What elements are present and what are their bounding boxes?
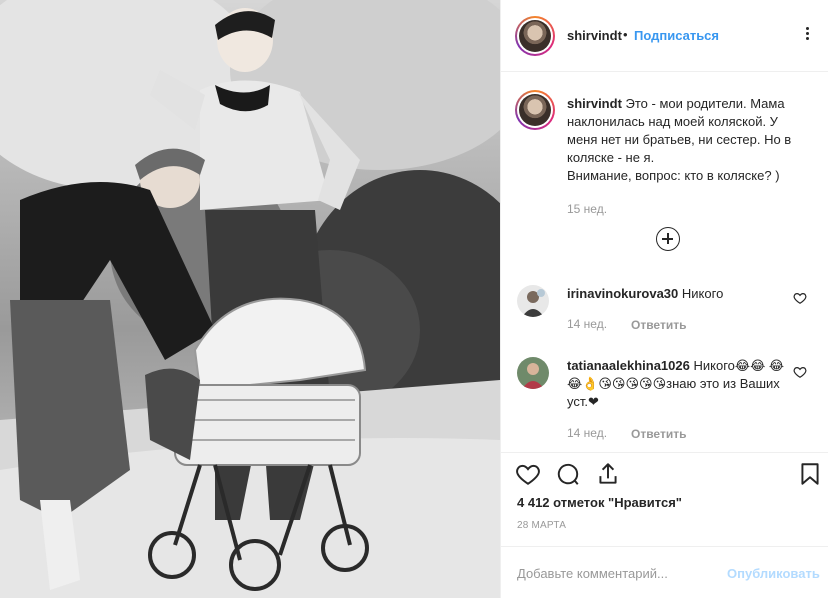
caption-timestamp[interactable]: 15 нед. [567, 202, 607, 216]
caption-line: Это - мои родители. Мама [625, 96, 785, 111]
reply-button[interactable]: Ответить [631, 318, 686, 332]
caption-avatar[interactable] [515, 90, 555, 130]
comment-input[interactable] [517, 563, 717, 583]
bookmark-icon[interactable] [797, 461, 823, 487]
comment-timestamp[interactable]: 14 нед. [567, 426, 607, 440]
comment-username[interactable]: tatianaalekhina1026 [567, 358, 690, 373]
reply-button[interactable]: Ответить [631, 427, 686, 441]
caption-username[interactable]: shirvindt [567, 96, 622, 111]
commenter-avatar[interactable] [517, 285, 549, 317]
caption-line: Внимание, вопрос: кто в коляске? ) [567, 168, 780, 183]
comment-line: Никого [681, 286, 724, 301]
post-photo[interactable] [0, 0, 500, 598]
post-actions [501, 452, 828, 492]
comment-like-icon[interactable] [793, 365, 807, 379]
comment-username[interactable]: irinavinokurova30 [567, 286, 678, 301]
likes-count[interactable]: 4 412 отметок "Нравится" [517, 495, 682, 510]
caption-line: коляске - не я. [567, 150, 655, 165]
share-icon[interactable] [595, 461, 621, 487]
separator-dot: • [623, 27, 628, 42]
post-sidebar: shirvindt • Подписаться shirvindt Это - … [500, 0, 828, 598]
commenter-avatar[interactable] [517, 357, 549, 389]
author-avatar[interactable] [515, 16, 555, 56]
post-header: shirvindt • Подписаться [501, 0, 828, 72]
author-username[interactable]: shirvindt [567, 28, 622, 43]
add-comment-bar: Опубликовать [501, 546, 828, 598]
post-comment-button[interactable]: Опубликовать [727, 566, 820, 581]
photo-illustration [0, 0, 500, 598]
comment-icon[interactable] [555, 461, 581, 487]
follow-button[interactable]: Подписаться [634, 28, 719, 43]
comment-text: irinavinokurova30 Никого [567, 285, 791, 303]
caption-text: shirvindt Это - мои родители. Мама накло… [567, 95, 811, 185]
comment-line: Никого😂😂 [693, 358, 766, 373]
load-more-comments-icon[interactable] [656, 227, 680, 251]
caption-line: наклонилась над моей коляской. У [567, 114, 778, 129]
comment-timestamp[interactable]: 14 нед. [567, 317, 607, 331]
heart-icon[interactable] [515, 461, 541, 487]
comment-text: tatianaalekhina1026 Никого😂😂 😂😂👌😘😘😘😘😘зна… [567, 357, 791, 411]
comment-like-icon[interactable] [793, 291, 807, 305]
caption-line: меня нет ни братьев, ни сестер. Но в [567, 132, 792, 147]
more-options-icon[interactable] [799, 25, 815, 45]
post-date[interactable]: 28 МАРТА [517, 520, 566, 531]
